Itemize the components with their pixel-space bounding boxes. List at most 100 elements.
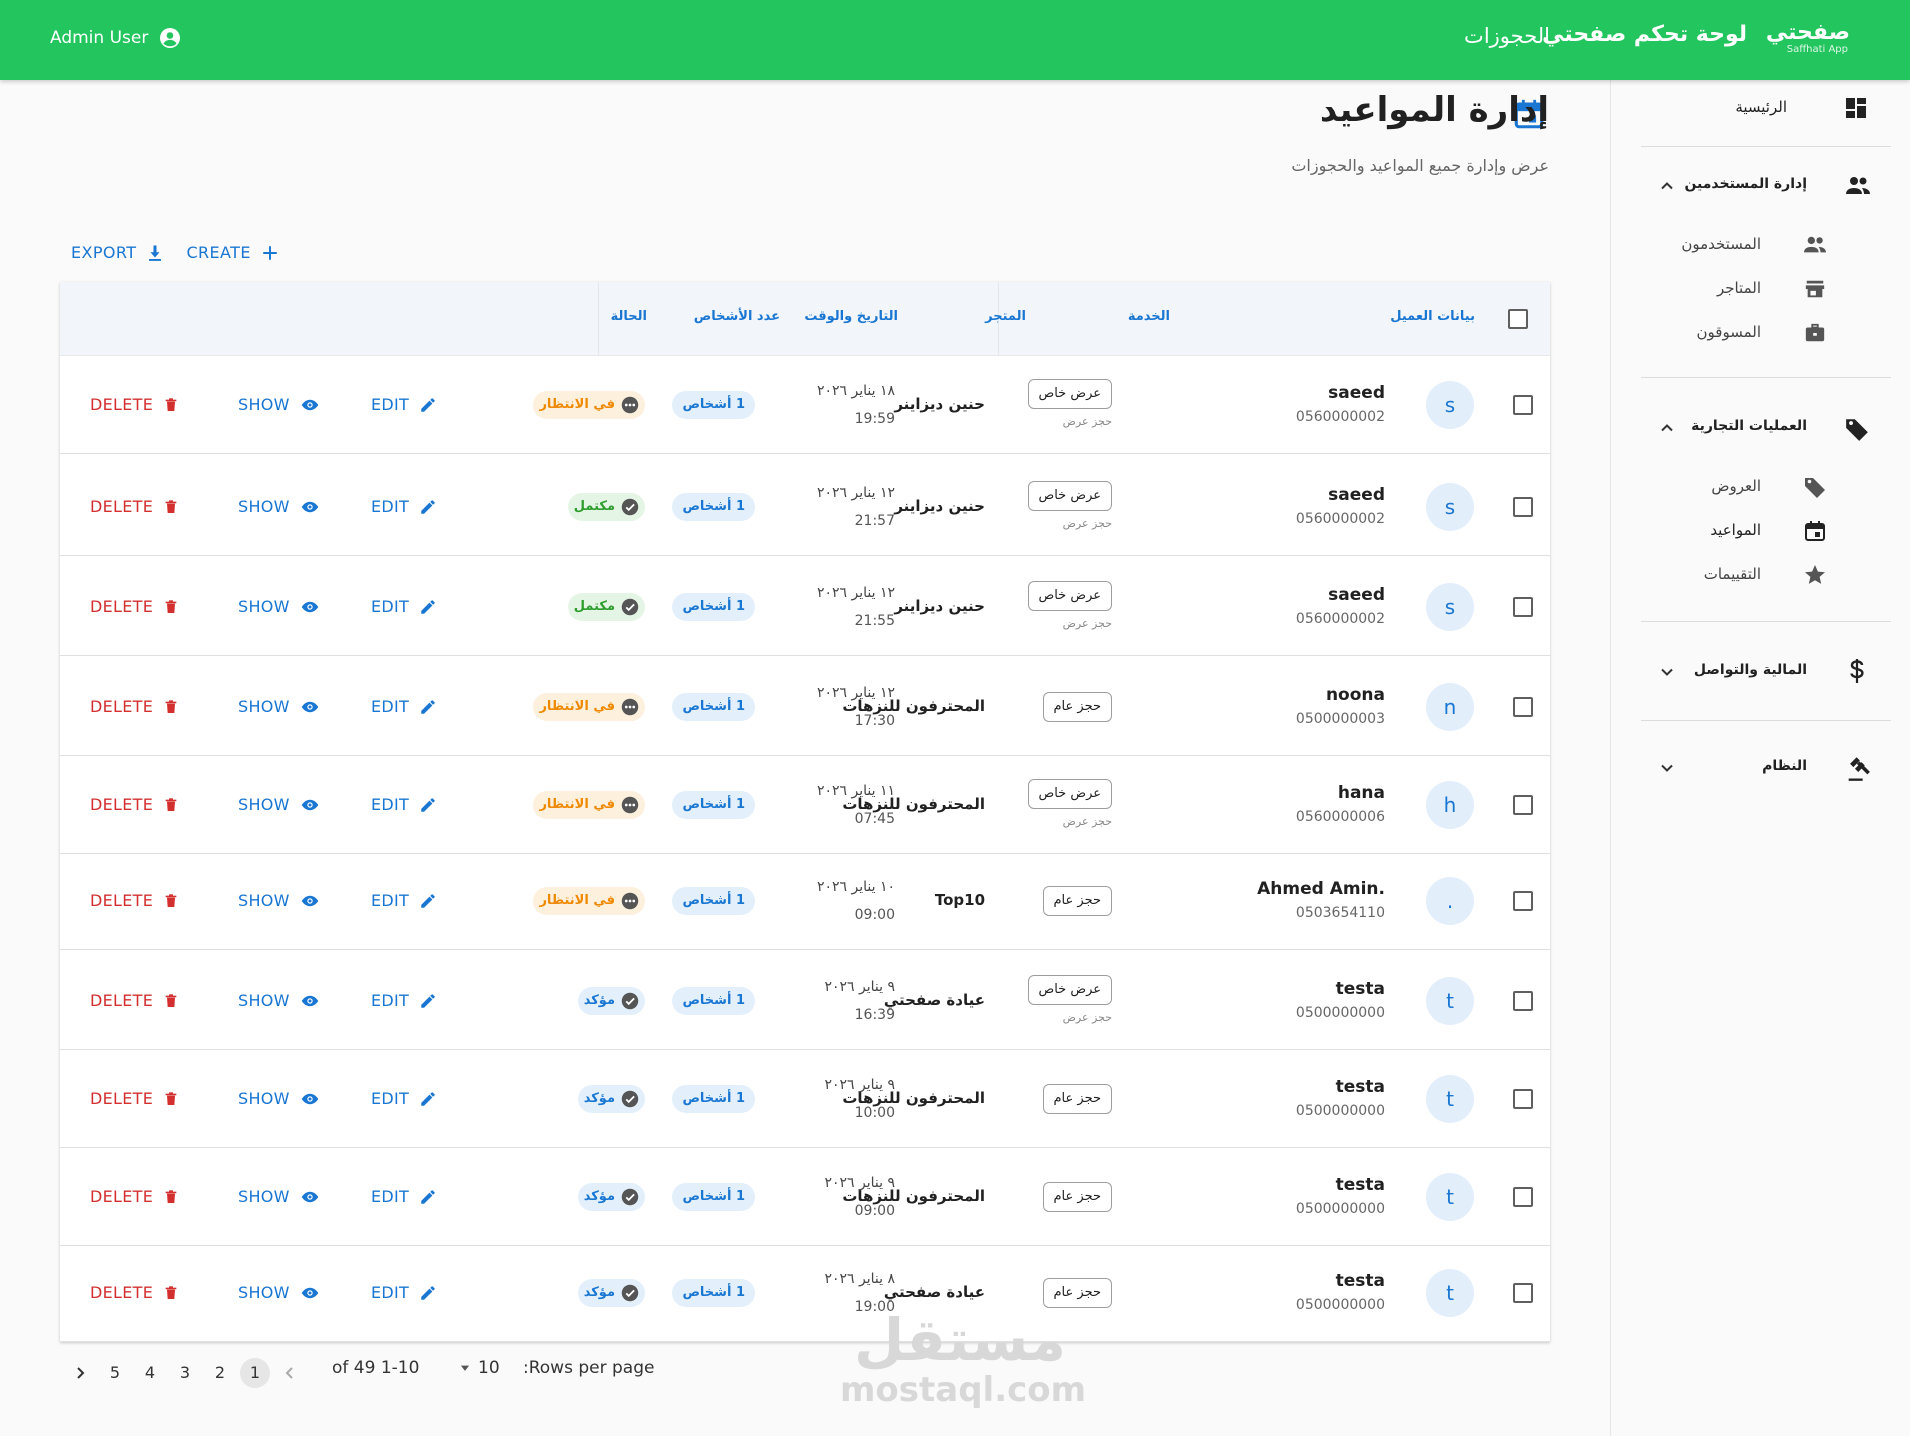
edit-button[interactable]: EDIT	[371, 497, 437, 516]
delete-button[interactable]: DELETE	[90, 1283, 179, 1302]
page-5-button[interactable]: 5	[100, 1358, 130, 1388]
dashboard-icon	[1844, 96, 1868, 120]
trash-icon	[163, 598, 179, 616]
show-button[interactable]: SHOW	[238, 1089, 320, 1108]
row-checkbox[interactable]	[1513, 697, 1533, 717]
table-row[interactable]: t testa 0500000000 عرض خاص حجز عرض عيادة صفحت…	[60, 952, 1550, 1050]
table-row[interactable]: t testa 0500000000 حجز عام المحترفون للنزهات…	[60, 1148, 1550, 1246]
sidebar-item-reviews[interactable]: التقييمات	[1611, 556, 1910, 592]
delete-button[interactable]: DELETE	[90, 991, 179, 1010]
show-button[interactable]: SHOW	[238, 395, 320, 414]
next-page-icon[interactable]	[65, 1358, 95, 1388]
service-chip: عرض خاص	[1027, 481, 1112, 511]
page-4-button[interactable]: 4	[135, 1358, 165, 1388]
row-checkbox[interactable]	[1513, 991, 1533, 1011]
header-service[interactable]: الخدمة	[1128, 309, 1170, 324]
edit-button[interactable]: EDIT	[371, 991, 437, 1010]
delete-button[interactable]: DELETE	[90, 597, 179, 616]
delete-button[interactable]: DELETE	[90, 1187, 179, 1206]
show-button[interactable]: SHOW	[238, 1283, 320, 1302]
select-all-checkbox[interactable]	[1508, 309, 1528, 329]
delete-label: DELETE	[90, 1089, 154, 1108]
client-name: testa	[1335, 979, 1385, 999]
show-button[interactable]: SHOW	[238, 891, 320, 910]
delete-button[interactable]: DELETE	[90, 697, 179, 716]
download-icon	[146, 244, 164, 262]
header-store[interactable]: المتجر	[985, 309, 1026, 324]
sidebar-group-users[interactable]: إدارة المستخدمين	[1611, 164, 1910, 204]
table-row[interactable]: . Ahmed Amin. 0503654110 حجز عام Top10 ١٠ ينا…	[60, 852, 1550, 950]
header-client[interactable]: بيانات العميل	[1390, 309, 1475, 324]
edit-button[interactable]: EDIT	[371, 597, 437, 616]
avatar: h	[1426, 781, 1474, 829]
show-button[interactable]: SHOW	[238, 1187, 320, 1206]
edit-button[interactable]: EDIT	[371, 697, 437, 716]
export-button[interactable]: EXPORT	[71, 243, 164, 262]
table-row[interactable]: n noona 0500000003 حجز عام المحترفون للنزهات…	[60, 658, 1550, 756]
client-phone: 0503654110	[1295, 905, 1385, 921]
sidebar-group-system[interactable]: النظام	[1611, 746, 1910, 786]
delete-button[interactable]: DELETE	[90, 795, 179, 814]
edit-button[interactable]: EDIT	[371, 891, 437, 910]
sidebar-item-users[interactable]: المستخدمون	[1611, 226, 1910, 262]
sidebar-item-home[interactable]: الرئيسية	[1611, 86, 1910, 126]
sidebar-item-marketers[interactable]: المسوقون	[1611, 314, 1910, 350]
sidebar-group-finance[interactable]: المالية والتواصل	[1611, 650, 1910, 690]
header-people[interactable]: عدد الأشخاص	[694, 309, 780, 324]
delete-button[interactable]: DELETE	[90, 497, 179, 516]
row-checkbox[interactable]	[1513, 1283, 1533, 1303]
service-type: حجز عرض	[1062, 415, 1112, 428]
eye-icon	[300, 1090, 320, 1108]
delete-button[interactable]: DELETE	[90, 395, 179, 414]
app-logo[interactable]: صفحتي Saffhati App	[1758, 20, 1850, 60]
edit-button[interactable]: EDIT	[371, 1187, 437, 1206]
table-row[interactable]: s saeed 0560000002 عرض خاص حجز عرض حنين ديزاي…	[60, 558, 1550, 656]
row-checkbox[interactable]	[1513, 395, 1533, 415]
row-checkbox[interactable]	[1513, 497, 1533, 517]
delete-button[interactable]: DELETE	[90, 1089, 179, 1108]
sidebar-group-commerce[interactable]: العمليات التجارية	[1611, 406, 1910, 446]
row-checkbox[interactable]	[1513, 1089, 1533, 1109]
show-button[interactable]: SHOW	[238, 991, 320, 1010]
appointment-time: 21:55	[854, 613, 895, 629]
table-row[interactable]: t testa 0500000000 حجز عام عيادة صفحتي ٨ يناي…	[60, 1244, 1550, 1342]
page-2-button[interactable]: 2	[205, 1358, 235, 1388]
create-button[interactable]: CREATE	[186, 243, 278, 262]
sidebar-item-appointments[interactable]: المواعيد	[1611, 512, 1910, 548]
row-checkbox[interactable]	[1513, 891, 1533, 911]
row-checkbox[interactable]	[1513, 597, 1533, 617]
show-button[interactable]: SHOW	[238, 795, 320, 814]
show-button[interactable]: SHOW	[238, 497, 320, 516]
sidebar-item-offers[interactable]: العروض	[1611, 468, 1910, 504]
nav-bookings-link[interactable]: الحجوزات	[1464, 24, 1550, 48]
edit-button[interactable]: EDIT	[371, 1089, 437, 1108]
app-title[interactable]: لوحة تحكم صفحتي	[1542, 22, 1747, 47]
header-datetime[interactable]: التاريخ والوقت	[804, 309, 898, 324]
delete-label: DELETE	[90, 891, 154, 910]
app-bar: صفحتي Saffhati App لوحة تحكم صفحتي الحجو…	[0, 0, 1910, 80]
delete-button[interactable]: DELETE	[90, 891, 179, 910]
briefcase-icon	[1803, 322, 1827, 344]
edit-button[interactable]: EDIT	[371, 795, 437, 814]
table-row[interactable]: h hana 0560000006 عرض خاص حجز عرض المحترفون ل…	[60, 756, 1550, 854]
edit-button[interactable]: EDIT	[371, 1283, 437, 1302]
show-button[interactable]: SHOW	[238, 597, 320, 616]
client-phone: 0500000000	[1295, 1103, 1385, 1119]
previous-page-icon[interactable]	[275, 1358, 305, 1388]
page-1-button[interactable]: 1	[240, 1358, 270, 1388]
create-label: CREATE	[186, 243, 251, 262]
row-checkbox[interactable]	[1513, 795, 1533, 815]
header-status[interactable]: الحالة	[611, 309, 647, 324]
avatar: t	[1426, 1173, 1474, 1221]
user-menu[interactable]: Admin User	[50, 26, 182, 50]
show-button[interactable]: SHOW	[238, 697, 320, 716]
table-row[interactable]: s saeed 0560000002 عرض خاص حجز عرض حنين ديزاي…	[60, 356, 1550, 454]
store-name: حنين ديزاينر	[894, 395, 985, 413]
rows-per-page-select[interactable]: 10	[458, 1358, 500, 1378]
edit-button[interactable]: EDIT	[371, 395, 437, 414]
sidebar-item-stores[interactable]: المتاجر	[1611, 270, 1910, 306]
table-row[interactable]: t testa 0500000000 حجز عام المحترفون للنزهات…	[60, 1050, 1550, 1148]
page-3-button[interactable]: 3	[170, 1358, 200, 1388]
row-checkbox[interactable]	[1513, 1187, 1533, 1207]
table-row[interactable]: s saeed 0560000002 عرض خاص حجز عرض حنين ديزاي…	[60, 458, 1550, 556]
